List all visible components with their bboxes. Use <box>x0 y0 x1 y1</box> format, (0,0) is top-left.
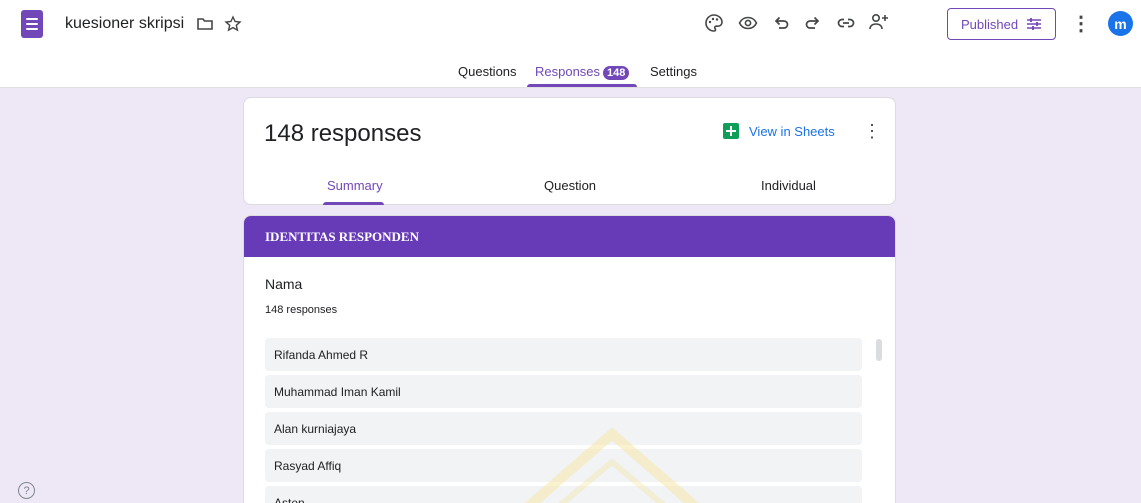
tab-responses[interactable]: Responses 148 <box>535 64 630 80</box>
scrollbar[interactable] <box>876 339 882 361</box>
responses-title: 148 responses <box>264 120 422 147</box>
main-tabs: Questions Responses 148 Settings <box>0 62 1141 88</box>
responses-summary-card: 148 responses View in Sheets ⋮ Summary Q… <box>243 97 896 205</box>
sheets-icon <box>723 123 739 139</box>
published-label: Published <box>961 16 1019 32</box>
add-collaborator-icon[interactable] <box>867 10 891 34</box>
subtab-individual[interactable]: Individual <box>761 178 816 193</box>
list-item: Muhammad Iman Kamil <box>265 375 862 408</box>
tab-settings[interactable]: Settings <box>650 64 697 79</box>
subtab-question[interactable]: Question <box>544 178 596 193</box>
more-vert-icon[interactable]: ⋮ <box>1069 11 1093 35</box>
undo-icon[interactable] <box>769 11 793 35</box>
question-title: Nama <box>265 276 303 292</box>
active-tab-indicator <box>527 84 637 87</box>
avatar[interactable]: m <box>1108 11 1133 36</box>
responses-count-badge: 148 <box>603 66 630 80</box>
redo-icon[interactable] <box>801 11 825 35</box>
tune-icon <box>1027 18 1042 30</box>
palette-icon[interactable] <box>702 11 726 35</box>
top-bar: kuesioner skripsi Published ⋮ m Question… <box>0 0 1141 88</box>
star-icon[interactable] <box>221 12 245 36</box>
published-button[interactable]: Published <box>947 8 1056 40</box>
document-title[interactable]: kuesioner skripsi <box>65 15 184 33</box>
section-header: IDENTITAS RESPONDEN <box>244 216 895 257</box>
view-in-sheets-label: View in Sheets <box>749 123 835 139</box>
folder-icon[interactable] <box>193 12 217 36</box>
eye-icon[interactable] <box>736 11 760 35</box>
question-response-count: 148 responses <box>265 304 338 316</box>
more-vert-icon[interactable]: ⋮ <box>863 122 881 140</box>
active-subtab-indicator <box>323 202 384 205</box>
watermark-logo <box>524 427 700 503</box>
forms-app-icon[interactable] <box>21 10 43 38</box>
subtab-summary[interactable]: Summary <box>327 178 383 193</box>
tab-questions[interactable]: Questions <box>458 64 517 79</box>
list-item: Rifanda Ahmed R <box>265 338 862 371</box>
tab-responses-label: Responses <box>535 64 601 79</box>
link-icon[interactable] <box>834 11 858 35</box>
help-icon[interactable]: ? <box>18 482 35 499</box>
view-in-sheets-button[interactable]: View in Sheets <box>723 123 835 139</box>
